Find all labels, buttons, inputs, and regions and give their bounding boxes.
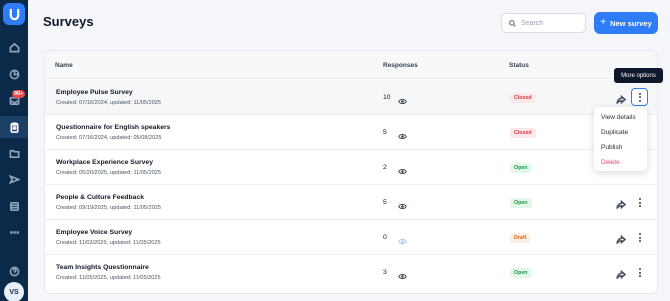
status-badge: Open <box>510 163 532 173</box>
column-name[interactable]: Name <box>55 62 73 69</box>
status-badge: Draft <box>510 233 531 243</box>
share-icon[interactable] <box>616 267 627 280</box>
table-header: Name Responses Status <box>45 51 657 79</box>
sidebar-item-database[interactable] <box>0 195 28 217</box>
eye-icon <box>398 233 407 244</box>
sidebar-item-more[interactable] <box>0 221 28 243</box>
kebab-icon <box>639 198 641 207</box>
kebab-icon <box>639 233 641 242</box>
survey-dates: Created: 05/20/2025, updated: 11/05/2025 <box>56 170 162 176</box>
menu-item-publish[interactable]: Publish <box>594 140 647 155</box>
new-survey-button[interactable]: + New survey <box>594 12 658 34</box>
inbox-badge: 99+ <box>12 90 26 98</box>
table-row[interactable]: Workplace Experience Survey Created: 05/… <box>45 150 657 185</box>
sidebar-item-surveys[interactable] <box>0 116 28 138</box>
response-count: 2 <box>383 164 387 171</box>
new-survey-label: New survey <box>610 18 652 28</box>
eye-icon[interactable] <box>398 163 407 174</box>
clipboard-icon <box>9 122 19 133</box>
table-row[interactable]: Employee Pulse Survey Created: 07/16/202… <box>45 80 657 115</box>
survey-name[interactable]: Workplace Experience Survey <box>56 159 153 166</box>
column-responses[interactable]: Responses <box>383 62 418 69</box>
database-icon <box>9 201 19 211</box>
more-options-tooltip: More options <box>614 68 663 83</box>
table-row[interactable]: Questionnaire for English speakers Creat… <box>45 115 657 150</box>
eye-icon[interactable] <box>398 128 407 139</box>
sidebar-item-help[interactable] <box>0 260 28 282</box>
page-title: Surveys <box>43 14 94 29</box>
search-icon <box>509 19 516 27</box>
send-icon <box>8 174 20 184</box>
more-options-button[interactable] <box>635 267 645 278</box>
search-box[interactable] <box>501 13 586 33</box>
more-options-button[interactable] <box>635 232 645 243</box>
survey-name[interactable]: Employee Voice Survey <box>56 229 132 236</box>
survey-dates: Created: 11/03/2025, updated: 11/05/2025 <box>56 240 161 246</box>
avatar[interactable]: VS <box>4 282 24 301</box>
eye-icon[interactable] <box>398 268 407 279</box>
table-row[interactable]: People & Culture Feedback Created: 09/19… <box>45 185 657 220</box>
response-count: 10 <box>383 94 391 101</box>
pie-chart-icon <box>9 69 19 79</box>
app-logo-icon[interactable] <box>3 3 25 25</box>
more-options-button[interactable] <box>635 197 645 208</box>
sidebar: 99+ VS <box>0 0 28 301</box>
help-icon <box>9 266 19 276</box>
status-badge: Closed <box>510 93 536 103</box>
menu-item-duplicate[interactable]: Duplicate <box>594 125 647 140</box>
response-count: 5 <box>383 129 387 136</box>
more-options-button[interactable] <box>631 88 648 106</box>
row-actions-menu: View details Duplicate Publish Delete <box>594 107 647 171</box>
status-badge: Open <box>510 198 532 208</box>
plus-icon: + <box>600 17 607 28</box>
response-count: 3 <box>383 269 387 276</box>
sidebar-item-folders[interactable] <box>0 142 28 164</box>
table-row[interactable]: Team Insights Questionnaire Created: 11/… <box>45 255 657 290</box>
survey-dates: Created: 09/19/2025, updated: 11/05/2025 <box>56 205 162 211</box>
response-count: 5 <box>383 199 387 206</box>
menu-item-delete[interactable]: Delete <box>594 155 647 170</box>
share-icon[interactable] <box>616 197 627 210</box>
kebab-icon <box>638 92 641 102</box>
sidebar-item-home[interactable] <box>0 36 28 58</box>
share-icon[interactable] <box>616 232 627 245</box>
survey-name[interactable]: People & Culture Feedback <box>56 194 144 201</box>
folder-icon <box>9 149 19 158</box>
table-row[interactable]: Employee Voice Survey Created: 11/03/202… <box>45 220 657 255</box>
sidebar-item-inbox[interactable]: 99+ <box>0 89 28 111</box>
sidebar-item-analytics[interactable] <box>0 63 28 85</box>
eye-icon[interactable] <box>398 198 407 209</box>
survey-dates: Created: 07/16/2024, updated: 05/08/2025 <box>56 135 162 141</box>
search-input[interactable] <box>521 19 581 27</box>
share-icon[interactable] <box>616 92 627 105</box>
status-badge: Open <box>510 268 532 278</box>
ellipsis-icon <box>9 230 19 234</box>
sidebar-item-send[interactable] <box>0 168 28 190</box>
home-icon <box>9 42 19 52</box>
surveys-table: Name Responses Status Employee Pulse Sur… <box>44 50 658 294</box>
status-badge: Closed <box>510 128 536 138</box>
survey-dates: Created: 07/16/2024, updated: 11/05/2025 <box>56 100 162 106</box>
menu-item-view-details[interactable]: View details <box>594 110 647 125</box>
survey-name[interactable]: Questionnaire for English speakers <box>56 124 170 131</box>
survey-name[interactable]: Employee Pulse Survey <box>56 89 133 96</box>
survey-dates: Created: 11/05/2025, updated: 11/05/2025 <box>56 275 161 281</box>
survey-name[interactable]: Team Insights Questionnaire <box>56 264 149 271</box>
response-count: 0 <box>383 234 387 241</box>
eye-icon[interactable] <box>398 93 407 104</box>
column-status[interactable]: Status <box>509 62 529 69</box>
kebab-icon <box>639 268 641 277</box>
